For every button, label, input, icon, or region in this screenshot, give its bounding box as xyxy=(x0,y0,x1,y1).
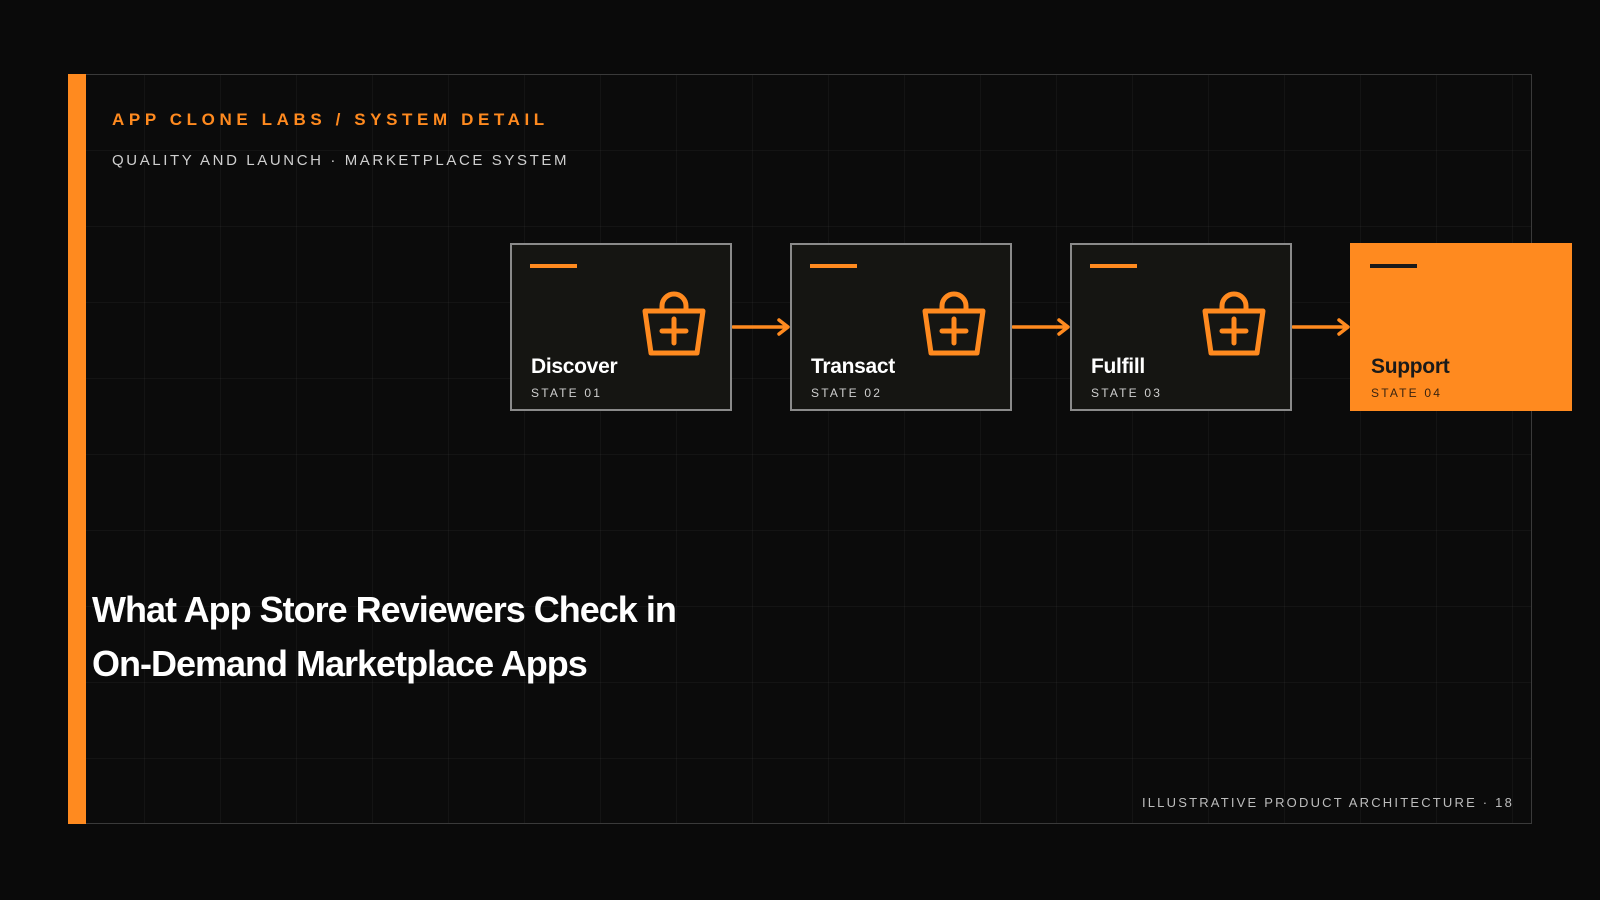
eyebrow-label: APP CLONE LABS / SYSTEM DETAIL xyxy=(112,110,549,129)
section-subtitle: QUALITY AND LAUNCH · MARKETPLACE SYSTEM xyxy=(112,152,570,169)
slide-frame xyxy=(68,74,1532,824)
headline-line-1: What App Store Reviewers Check in xyxy=(92,589,677,630)
headline-line-2: On-Demand Marketplace Apps xyxy=(92,643,588,684)
footer-caption: ILLUSTRATIVE PRODUCT ARCHITECTURE · 18 xyxy=(1141,795,1514,810)
slide-headline: What App Store Reviewers Check in On-Dem… xyxy=(92,583,677,691)
accent-bar xyxy=(68,74,86,824)
